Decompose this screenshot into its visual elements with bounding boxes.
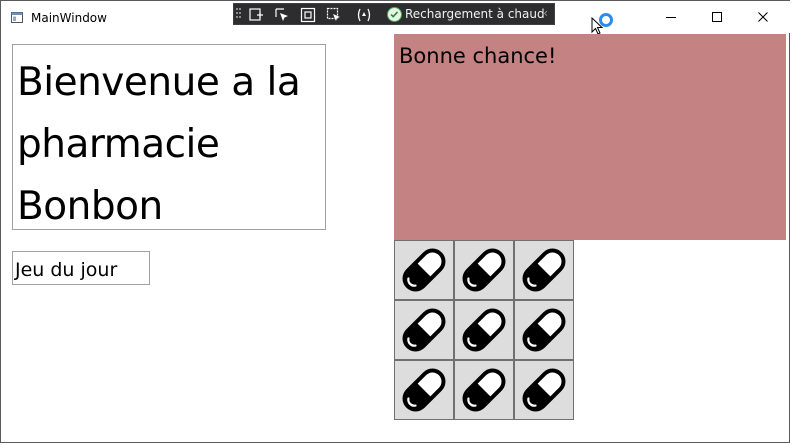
pill-cell-2-1[interactable] <box>394 300 454 360</box>
pill-cell-1-2[interactable] <box>454 240 514 300</box>
game-of-the-day-button[interactable]: Jeu du jour <box>12 251 150 285</box>
minimize-button[interactable] <box>648 1 694 33</box>
title-bar: MainWindow Rechargement à chaud ‹ <box>1 1 791 35</box>
pill-icon <box>516 362 572 418</box>
pill-cell-1-1[interactable] <box>394 240 454 300</box>
grip-icon[interactable] <box>236 7 242 21</box>
close-icon <box>758 12 768 22</box>
debug-toolbar: Rechargement à chaud ‹ <box>233 3 555 25</box>
track-focus-icon[interactable] <box>326 7 342 23</box>
hot-reload-label[interactable]: Rechargement à chaud <box>405 7 545 21</box>
binding-failures-icon[interactable] <box>356 7 372 23</box>
display-adorners-icon[interactable] <box>300 7 316 23</box>
maximize-icon <box>712 12 722 22</box>
pill-cell-3-2[interactable] <box>454 360 514 420</box>
pill-icon <box>516 302 572 358</box>
collapse-toolbar-icon[interactable]: ‹ <box>543 6 548 20</box>
pill-icon <box>516 242 572 298</box>
window-app-icon <box>11 12 23 23</box>
minimize-icon <box>666 17 676 18</box>
select-element-icon[interactable] <box>274 7 290 23</box>
pill-cell-1-3[interactable] <box>514 240 574 300</box>
pill-icon <box>396 242 452 298</box>
welcome-text-box: Bienvenue a la pharmacie Bonbon <box>12 44 326 230</box>
pill-grid <box>394 240 574 420</box>
close-button[interactable] <box>740 1 786 33</box>
pill-icon <box>396 362 452 418</box>
pill-icon <box>456 242 512 298</box>
go-to-live-tree-icon[interactable] <box>248 7 264 23</box>
pill-cell-2-3[interactable] <box>514 300 574 360</box>
pill-cell-3-1[interactable] <box>394 360 454 420</box>
main-window: MainWindow Rechargement à chaud ‹ Bienve… <box>0 0 791 443</box>
message-text: Bonne chance! <box>399 44 557 68</box>
pill-cell-3-3[interactable] <box>514 360 574 420</box>
window-title: MainWindow <box>31 11 107 25</box>
hot-reload-status-icon <box>387 7 402 22</box>
pill-cell-2-2[interactable] <box>454 300 514 360</box>
pill-icon <box>396 302 452 358</box>
maximize-button[interactable] <box>694 1 740 33</box>
message-panel: Bonne chance! <box>394 34 786 240</box>
pill-icon <box>456 362 512 418</box>
pill-icon <box>456 302 512 358</box>
